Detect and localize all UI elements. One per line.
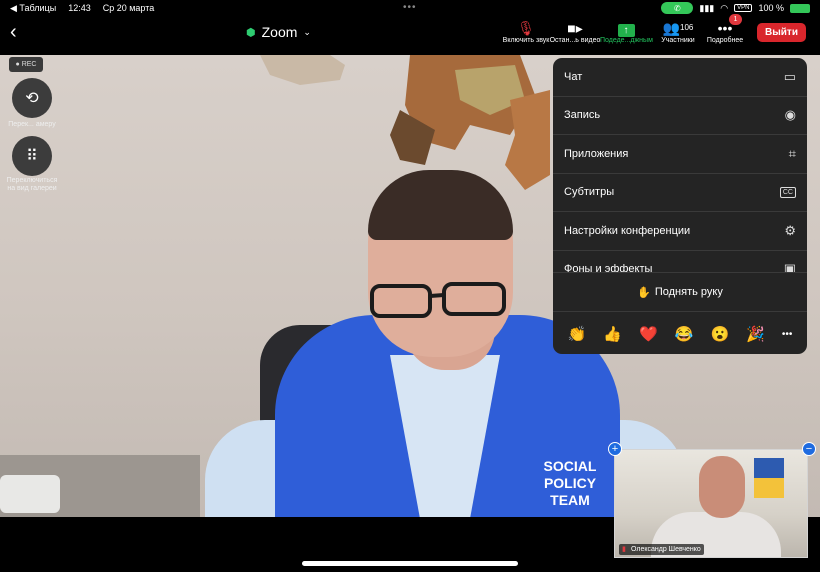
more-label: Подробнее (706, 37, 744, 44)
share-button[interactable]: ↑ Подеде...джным (600, 19, 653, 44)
signal-icon: ▮▮▮ (699, 2, 715, 13)
hand-icon: ✋ (637, 286, 651, 299)
more-menu-list[interactable]: Чат ▭ Запись ◉ Приложения ⌗ Субтитры CC … (553, 58, 807, 272)
reactions-bar: 👏 👍 ❤️ 😂 😮 🎉 ••• (553, 314, 807, 354)
gallery-view-button[interactable]: ⠿ (12, 136, 52, 176)
battery-percent: 100 % (758, 3, 784, 13)
more-button[interactable]: ••• Подробнее (699, 19, 751, 44)
participants-button[interactable]: 👥106 Участники (652, 19, 704, 44)
expand-thumbnail-icon[interactable]: + (608, 442, 622, 456)
meeting-toolbar: ‹ ⬢ Zoom ⌄ 🎙 Включить звук ■▸ Остан...ь … (0, 16, 820, 52)
mic-off-icon: 🎙 (517, 20, 535, 36)
participants-count: 106 (680, 23, 694, 32)
unmute-button[interactable]: 🎙 Включить звук (500, 19, 552, 44)
reaction-thumbs-up[interactable]: 👍 (603, 325, 622, 343)
menu-item-label: Запись (564, 109, 601, 122)
glasses (370, 282, 506, 318)
participant-thumbnail[interactable]: ▮ Олександр Шевченко (614, 449, 808, 558)
apps-icon: ⌗ (788, 145, 796, 161)
video-camera-icon: ■▸ (567, 20, 583, 36)
menu-item-record[interactable]: Запись ◉ (553, 97, 807, 135)
share-label: Подеде...джным (600, 37, 653, 44)
chat-icon: ▭ (783, 68, 796, 84)
camera-switch-icon: ⟲ (25, 90, 39, 107)
more-notification-badge: 1 (729, 14, 742, 25)
gear-icon: ⚙ (784, 222, 796, 238)
grid-icon: ⠿ (26, 148, 38, 165)
participant-name-tag: ▮ Олександр Шевченко (619, 544, 704, 555)
wall-map-decoration (260, 55, 550, 190)
switch-camera-button[interactable]: ⟲ (12, 78, 52, 118)
more-reactions-button[interactable]: ••• (782, 329, 793, 340)
raise-hand-label: Поднять руку (654, 286, 723, 298)
desk-phone (0, 475, 60, 513)
record-icon: ◉ (784, 107, 796, 123)
chevron-down-icon: ⌄ (303, 26, 311, 37)
switch-camera-label: Перек... амеру (8, 121, 56, 128)
menu-item-label: Приложения (564, 147, 629, 160)
raise-hand-button[interactable]: ✋ Поднять руку (553, 272, 807, 312)
participants-label: Участники (661, 37, 695, 44)
cc-icon: CC (779, 186, 796, 198)
rec-label: REC (21, 61, 37, 68)
status-date: Ср 20 марта (102, 3, 155, 13)
flag-decoration (754, 458, 784, 498)
meeting-title[interactable]: ⬢ Zoom ⌄ (246, 24, 311, 40)
shield-icon: ⬢ (246, 26, 256, 39)
share-arrow-icon: ↑ (617, 24, 635, 37)
more-menu: Чат ▭ Запись ◉ Приложения ⌗ Субтитры CC … (553, 58, 807, 354)
background-icon: ▣ (783, 261, 796, 272)
unmute-label: Включить звук (502, 37, 550, 44)
menu-item-captions[interactable]: Субтитры CC (553, 174, 807, 212)
menu-item-chat[interactable]: Чат ▭ (553, 58, 807, 97)
reaction-laugh[interactable]: 😂 (675, 325, 694, 343)
menu-item-meeting-settings[interactable]: Настройки конференции ⚙ (553, 212, 807, 251)
back-chevron-icon[interactable]: ‹ (10, 21, 17, 44)
stop-video-label: Остан...ь видео (549, 37, 601, 44)
vest-print: SOCIAL POLICY TEAM (543, 458, 597, 508)
menu-item-backgrounds[interactable]: Фоны и эффекты ▣ (553, 251, 807, 272)
thumbnail-person-face (699, 456, 745, 518)
leave-button[interactable]: Выйти (757, 23, 806, 42)
menu-item-apps[interactable]: Приложения ⌗ (553, 135, 807, 174)
mic-muted-icon: ▮ (622, 546, 626, 553)
reaction-heart[interactable]: ❤️ (639, 325, 658, 343)
menu-item-label: Фоны и эффекты (564, 263, 653, 272)
home-indicator[interactable] (302, 561, 518, 566)
battery-icon (790, 3, 810, 13)
reaction-clap[interactable]: 👏 (568, 325, 587, 343)
menu-item-label: Настройки конференции (564, 224, 691, 237)
status-time: 12:43 (68, 3, 91, 13)
participant-name: Олександр Шевченко (631, 546, 701, 553)
recording-indicator: ● REC (9, 57, 43, 72)
gallery-view-label: Переключиться на вид галереи (6, 177, 58, 192)
minimize-thumbnail-icon[interactable]: − (802, 442, 816, 456)
reaction-surprised[interactable]: 😮 (710, 325, 729, 343)
menu-item-label: Субтитры (564, 186, 615, 199)
vpn-badge: VPN (734, 4, 753, 12)
meeting-title-text: Zoom (261, 24, 298, 40)
status-bar: ◀ Таблицы 12:43 Ср 20 марта ••• ✆ ▮▮▮ ◠ … (0, 0, 820, 16)
wifi-icon: ◠ (720, 2, 729, 13)
participants-icon: 👥106 (662, 20, 694, 36)
stop-video-button[interactable]: ■▸ Остан...ь видео (549, 19, 601, 44)
more-dots-icon: ••• (717, 20, 733, 36)
multitasking-dots[interactable]: ••• (403, 2, 417, 13)
menu-item-label: Чат (564, 70, 583, 83)
call-indicator[interactable]: ✆ (661, 2, 694, 14)
back-to-app-link[interactable]: ◀ Таблицы (10, 3, 56, 14)
reaction-party[interactable]: 🎉 (746, 325, 765, 343)
